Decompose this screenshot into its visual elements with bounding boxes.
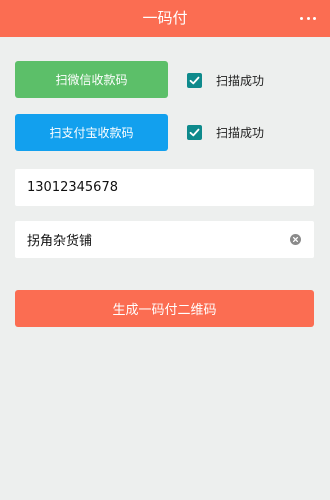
- dot: [306, 16, 310, 20]
- more-dots-icon[interactable]: [300, 16, 316, 20]
- app-header: 一码付: [0, 0, 330, 37]
- checkmark-icon: [189, 128, 200, 136]
- clear-icon[interactable]: [290, 234, 301, 245]
- shop-name-field: [15, 221, 314, 258]
- wechat-status-label: 扫描成功: [216, 73, 265, 88]
- wechat-checkbox[interactable]: [187, 72, 202, 88]
- page-title: 一码付: [142, 9, 188, 27]
- dot: [313, 16, 316, 20]
- checkmark-icon: [189, 76, 200, 84]
- generate-qr-button[interactable]: 生成一码付二维码: [15, 290, 314, 327]
- phone-field: [15, 169, 314, 206]
- dot: [300, 16, 303, 20]
- phone-input[interactable]: [27, 169, 287, 206]
- scan-wechat-button[interactable]: 扫微信收款码: [15, 61, 168, 98]
- shop-name-input[interactable]: [27, 221, 287, 258]
- alipay-checkbox[interactable]: [187, 124, 202, 140]
- alipay-status-label: 扫描成功: [216, 125, 265, 140]
- wechat-scan-status: 扫描成功: [187, 70, 264, 90]
- scan-alipay-button[interactable]: 扫支付宝收款码: [15, 114, 168, 151]
- alipay-scan-status: 扫描成功: [187, 122, 264, 142]
- close-icon: [292, 236, 299, 243]
